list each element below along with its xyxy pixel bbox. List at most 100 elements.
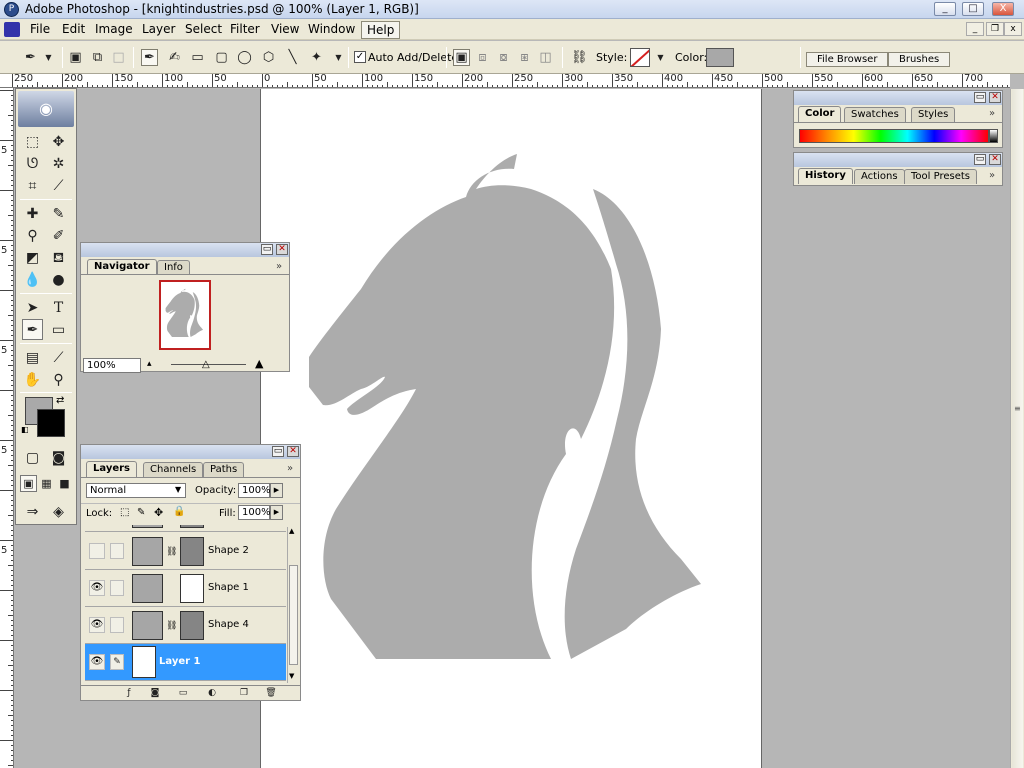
palette-close-button[interactable]: ✕ (276, 244, 288, 255)
standard-screen-mode-icon[interactable]: ▣ (20, 475, 37, 492)
doc-minimize-button[interactable]: _ (966, 22, 984, 36)
tab-swatches[interactable]: Swatches (844, 107, 906, 122)
pen-tool-preset-icon[interactable]: ✒ (22, 49, 39, 66)
pen-icon[interactable]: ✒ (141, 49, 158, 66)
full-screen-mode-icon[interactable]: ■ (56, 475, 73, 492)
palette-header[interactable]: ▭ ✕ (794, 153, 1002, 167)
hand-tool-icon[interactable]: ✋ (22, 369, 43, 390)
vertical-scrollbar[interactable]: ≡ (1010, 89, 1024, 768)
layer-style-icon[interactable]: ƒ (123, 688, 135, 699)
photoshop-logo[interactable]: ◉ (18, 91, 74, 127)
blur-tool-icon[interactable]: 💧 (22, 269, 43, 290)
layer-link-toggle[interactable] (110, 543, 124, 559)
new-layer-set-icon[interactable]: ▭ (177, 688, 189, 699)
combine-shapes-icon[interactable]: ◫ (537, 49, 554, 66)
default-colors-icon[interactable]: ◧ (21, 425, 30, 434)
palette-menu-icon[interactable]: » (989, 108, 995, 119)
layer-mask-icon[interactable]: ◙ (149, 688, 161, 699)
tab-layers[interactable]: Layers (86, 461, 137, 477)
color-swatch[interactable] (706, 48, 734, 67)
shape-layers-icon[interactable]: ▣ (67, 49, 84, 66)
blend-mode-dropdown-icon[interactable]: ▼ (175, 485, 181, 494)
trash-icon[interactable]: 🗑 (265, 688, 277, 699)
paint-bucket-tool-icon[interactable]: ⛾ (48, 247, 69, 268)
swap-colors-icon[interactable]: ⇄ (56, 395, 64, 406)
path-selection-tool-icon[interactable]: ➤ (22, 297, 43, 318)
minimize-button[interactable]: _ (934, 2, 956, 16)
tab-actions[interactable]: Actions (854, 169, 905, 184)
link-layer-style-icon[interactable]: ⛓ (570, 49, 588, 66)
scroll-thumb[interactable] (289, 565, 298, 665)
type-tool-icon[interactable]: T (48, 297, 69, 318)
dodge-tool-icon[interactable]: ● (48, 269, 69, 290)
doc-restore-button[interactable]: ❐ (986, 22, 1004, 36)
palette-menu-icon[interactable]: » (989, 170, 995, 181)
clone-stamp-tool-icon[interactable]: ⚲ (22, 225, 43, 246)
scroll-up-icon[interactable]: ▲ (289, 527, 294, 535)
document-icon[interactable] (4, 22, 20, 37)
file-browser-tab[interactable]: File Browser (806, 52, 889, 67)
intersect-shape-areas-icon[interactable]: ⧇ (495, 49, 512, 66)
brush-tool-icon[interactable]: ✎ (48, 203, 69, 224)
lasso-tool-icon[interactable]: ᘎ (22, 153, 43, 174)
lock-position-icon[interactable]: ✥ (154, 506, 163, 519)
menu-layer[interactable]: Layer (137, 21, 180, 37)
freeform-pen-icon[interactable]: ✍ (166, 49, 183, 66)
tab-paths[interactable]: Paths (203, 462, 245, 477)
layer-row-shape-2[interactable]: ⛓ Shape 2 (85, 533, 286, 570)
lock-image-icon[interactable]: ✎ (137, 507, 145, 518)
fill-field[interactable]: 100% (238, 505, 271, 520)
navigator-view-box[interactable] (159, 280, 211, 350)
crop-tool-icon[interactable]: ⌗ (22, 175, 43, 196)
marquee-tool-icon[interactable]: ⬚ (22, 131, 43, 152)
layer-row-layer-1[interactable]: 👁 ✎ Layer 1 (85, 644, 286, 681)
preset-dropdown-icon[interactable]: ▼ (40, 49, 57, 66)
tab-color[interactable]: Color (798, 106, 842, 122)
brush-icon[interactable]: ✎ (110, 654, 124, 670)
palette-close-button[interactable]: ✕ (989, 92, 1001, 103)
menu-window[interactable]: Window (303, 21, 360, 37)
polygon-icon[interactable]: ⬡ (260, 49, 277, 66)
menu-file[interactable]: File (25, 21, 55, 37)
move-tool-icon[interactable]: ✥ (48, 131, 69, 152)
palette-minimize-button[interactable]: ▭ (974, 154, 986, 165)
lock-all-icon[interactable]: 🔒 (173, 506, 185, 517)
rounded-rectangle-icon[interactable]: ▢ (213, 49, 230, 66)
geometry-options-dropdown-icon[interactable]: ▼ (330, 49, 347, 66)
black-white-ramp[interactable] (989, 129, 998, 143)
opacity-field[interactable]: 100% (238, 483, 271, 498)
scroll-thumb[interactable] (1012, 89, 1023, 768)
menu-help[interactable]: Help (361, 21, 401, 39)
layers-scrollbar[interactable]: ▲ ▼ (287, 527, 299, 683)
ellipse-icon[interactable]: ◯ (236, 49, 253, 66)
auto-add-delete-checkbox[interactable]: ✓ (354, 51, 366, 63)
brushes-tab[interactable]: Brushes (888, 52, 951, 67)
style-dropdown-icon[interactable]: ▼ (652, 49, 669, 66)
tab-styles[interactable]: Styles (911, 107, 956, 122)
palette-header[interactable]: ▭ ✕ (81, 445, 300, 459)
tab-channels[interactable]: Channels (143, 462, 204, 477)
zoom-tool-icon[interactable]: ⚲ (48, 369, 69, 390)
fill-pixels-icon[interactable]: □ (110, 49, 127, 66)
tab-history[interactable]: History (798, 168, 853, 184)
add-to-shape-area-icon[interactable]: ▣ (453, 49, 470, 66)
palette-close-button[interactable]: ✕ (287, 446, 299, 457)
palette-minimize-button[interactable]: ▭ (974, 92, 986, 103)
fill-slider-button[interactable]: ▶ (270, 505, 283, 520)
document-canvas[interactable] (260, 89, 762, 768)
exclude-overlapping-icon[interactable]: ⧆ (516, 49, 533, 66)
palette-header[interactable]: ▭ ✕ (81, 243, 289, 257)
shape-tool-icon[interactable]: ▭ (48, 319, 69, 340)
menu-filter[interactable]: Filter (225, 21, 265, 37)
magic-wand-tool-icon[interactable]: ✲ (48, 153, 69, 174)
opacity-slider-button[interactable]: ▶ (270, 483, 283, 498)
healing-brush-tool-icon[interactable]: ✚ (22, 203, 43, 224)
menu-image[interactable]: Image (90, 21, 138, 37)
notes-tool-icon[interactable]: ▤ (22, 347, 43, 368)
menu-select[interactable]: Select (180, 21, 227, 37)
palette-minimize-button[interactable]: ▭ (272, 446, 284, 457)
tab-tool-presets[interactable]: Tool Presets (904, 169, 977, 184)
close-button[interactable]: X (992, 2, 1014, 16)
imageready-icon[interactable]: ◈ (48, 501, 69, 522)
pen-tool-icon[interactable]: ✒ (22, 319, 43, 340)
